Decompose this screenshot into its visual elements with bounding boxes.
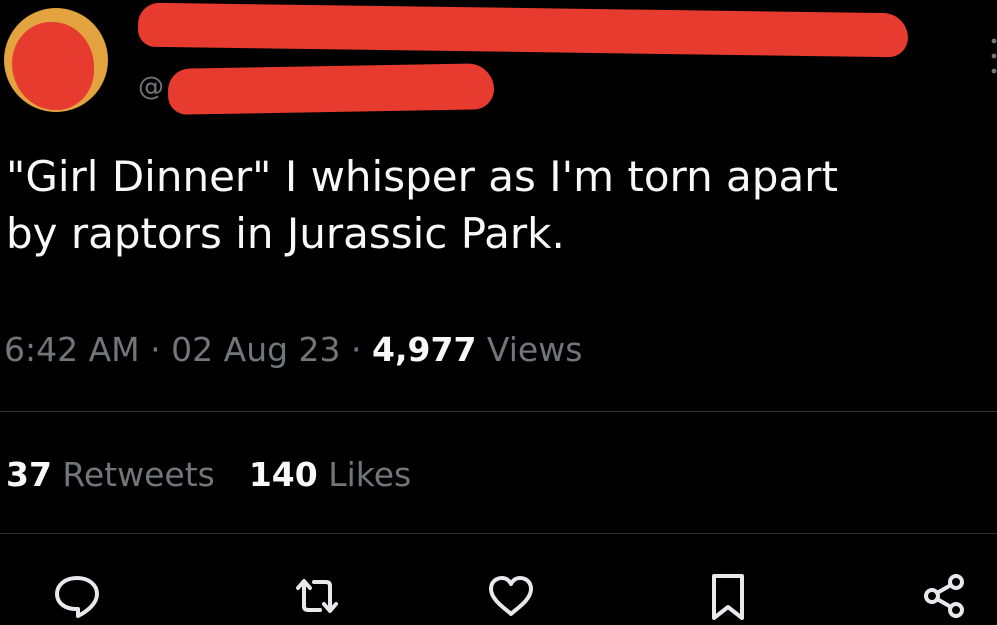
retweets-label: Retweets [51,455,215,494]
username-redaction [167,63,495,115]
meta-separator: · [340,330,373,369]
retweet-icon [296,579,338,613]
tweet-time[interactable]: 6:42 AM [4,330,140,369]
meta-separator: · [139,330,172,369]
reply-icon [55,576,99,618]
likes-count: 140 [248,455,318,494]
share-button[interactable] [920,572,970,620]
tweet-text: "Girl Dinner" I whisper as I'm torn apar… [6,148,991,262]
like-button[interactable] [486,572,536,620]
likes-stat[interactable]: 140 Likes [249,455,411,494]
like-icon [489,576,533,616]
views-count: 4,977 [372,330,477,369]
views-label: Views [476,330,583,369]
username-handle[interactable]: @ [138,72,164,102]
reply-button[interactable] [52,572,102,620]
avatar[interactable] [4,8,108,112]
display-name-redaction [137,2,909,58]
bookmark-icon [712,574,744,620]
redaction-mark [12,22,94,110]
share-icon [924,574,964,618]
more-options-icon[interactable] [991,36,997,76]
tweet-date[interactable]: 02 Aug 23 [171,330,340,369]
retweet-button[interactable] [292,572,342,620]
tweet-text-line-2: by raptors in Jurassic Park. [6,209,565,258]
engagement-stats: 37 Retweets 140 Likes [6,455,411,494]
likes-label: Likes [317,455,412,494]
divider [0,411,997,412]
tweet-metadata: 6:42 AM · 02 Aug 23 · 4,977 Views [4,330,582,369]
retweets-count: 37 [6,455,52,494]
bookmark-button[interactable] [703,572,753,620]
tweet-text-line-1: "Girl Dinner" I whisper as I'm torn apar… [6,152,838,201]
retweets-stat[interactable]: 37 Retweets [6,455,215,494]
divider [0,533,997,534]
